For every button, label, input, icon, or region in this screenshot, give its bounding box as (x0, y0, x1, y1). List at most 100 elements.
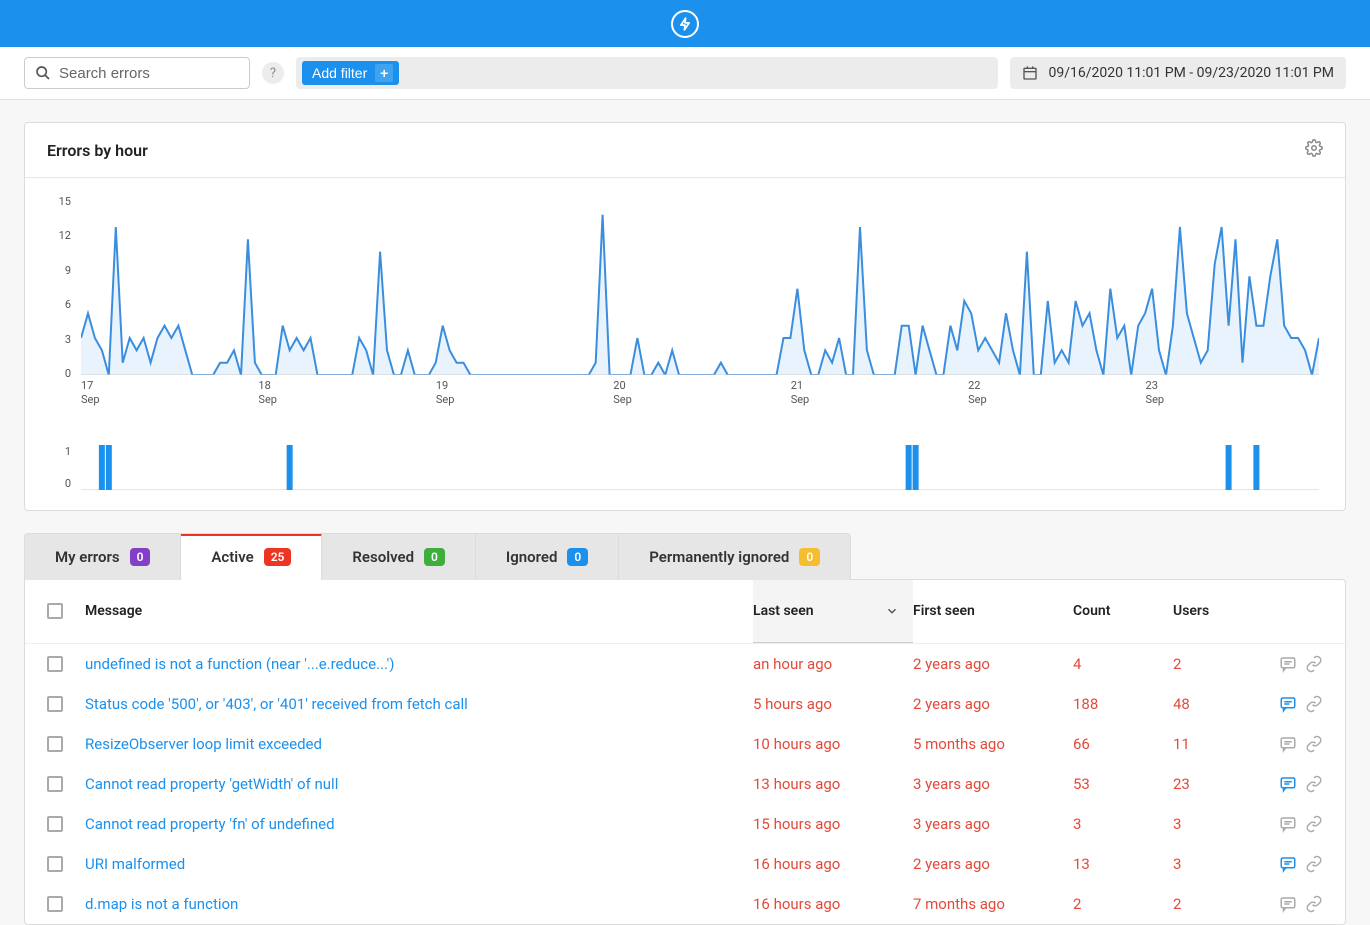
cell-first-seen: 2 years ago (913, 695, 1073, 713)
search-icon (35, 65, 51, 81)
link-icon[interactable] (1305, 655, 1323, 673)
date-range-text: 09/16/2020 11:01 PM - 09/23/2020 11:01 P… (1048, 65, 1334, 81)
tab-count-badge: 0 (130, 548, 151, 566)
tab-resolved[interactable]: Resolved 0 (322, 534, 476, 580)
row-checkbox[interactable] (47, 856, 63, 872)
row-checkbox[interactable] (47, 736, 63, 752)
bar-chart (81, 445, 1319, 490)
tab-count-badge: 0 (424, 548, 445, 566)
tab-label: Active (211, 548, 253, 566)
toolbar: ? Add filter + 09/16/2020 11:01 PM - 09/… (0, 47, 1370, 100)
error-message-link[interactable]: Status code '500', or '403', or '401' re… (85, 695, 468, 713)
cell-count: 4 (1073, 655, 1173, 673)
comment-icon[interactable] (1279, 695, 1297, 713)
cell-users: 3 (1173, 855, 1268, 873)
comment-icon[interactable] (1279, 895, 1297, 913)
cell-last-seen: 10 hours ago (753, 735, 913, 753)
cell-users: 3 (1173, 815, 1268, 833)
x-axis-ticks: 17Sep18Sep19Sep20Sep21Sep22Sep23Sep (81, 379, 1323, 407)
table-row: d.map is not a function 16 hours ago7 mon… (25, 884, 1345, 924)
cell-last-seen: 16 hours ago (753, 855, 913, 873)
link-icon[interactable] (1305, 815, 1323, 833)
help-button[interactable]: ? (262, 62, 284, 84)
link-icon[interactable] (1305, 895, 1323, 913)
error-message-link[interactable]: Cannot read property 'getWidth' of null (85, 775, 338, 793)
logo-icon (671, 10, 699, 38)
link-icon[interactable] (1305, 695, 1323, 713)
cell-count: 66 (1073, 735, 1173, 753)
comment-icon[interactable] (1279, 735, 1297, 753)
table-row: Cannot read property 'fn' of undefined 15… (25, 804, 1345, 844)
row-checkbox[interactable] (47, 776, 63, 792)
error-message-link[interactable]: Cannot read property 'fn' of undefined (85, 815, 335, 833)
table-body: undefined is not a function (near '...e.… (25, 644, 1345, 924)
error-message-link[interactable]: URI malformed (85, 855, 185, 873)
row-checkbox[interactable] (47, 656, 63, 672)
cell-users: 48 (1173, 695, 1268, 713)
comment-icon[interactable] (1279, 655, 1297, 673)
add-filter-label: Add filter (312, 65, 367, 81)
main-chart: 15129630 (47, 190, 1323, 375)
cell-last-seen: 13 hours ago (753, 775, 913, 793)
comment-icon[interactable] (1279, 775, 1297, 793)
tab-active[interactable]: Active25 (181, 533, 322, 580)
y-axis-ticks: 15129630 (45, 190, 71, 375)
tab-label: My errors (55, 548, 120, 566)
cell-last-seen: 16 hours ago (753, 895, 913, 913)
cell-first-seen: 2 years ago (913, 855, 1073, 873)
search-input[interactable] (51, 65, 250, 82)
plus-icon: + (375, 64, 393, 82)
tab-count-badge: 0 (567, 548, 588, 566)
cell-first-seen: 2 years ago (913, 655, 1073, 673)
cell-first-seen: 3 years ago (913, 775, 1073, 793)
table-row: URI malformed 16 hours ago2 years ago133 (25, 844, 1345, 884)
chart-card-header: Errors by hour (25, 123, 1345, 178)
col-count[interactable]: Count (1073, 603, 1173, 619)
cell-last-seen: an hour ago (753, 655, 913, 673)
link-icon[interactable] (1305, 735, 1323, 753)
row-checkbox[interactable] (47, 696, 63, 712)
col-first-seen[interactable]: First seen (913, 603, 1073, 619)
cell-users: 11 (1173, 735, 1268, 753)
cell-count: 53 (1073, 775, 1173, 793)
main-content: Errors by hour 15129630 17Sep18Sep19Sep2… (0, 100, 1370, 925)
gear-icon[interactable] (1305, 139, 1323, 161)
search-box[interactable] (24, 57, 250, 89)
cell-last-seen: 5 hours ago (753, 695, 913, 713)
chart-area: 15129630 17Sep18Sep19Sep20Sep21Sep22Sep2… (25, 178, 1345, 510)
error-message-link[interactable]: d.map is not a function (85, 895, 238, 913)
error-message-link[interactable]: undefined is not a function (near '...e.… (85, 655, 395, 673)
link-icon[interactable] (1305, 855, 1323, 873)
top-bar (0, 0, 1370, 47)
chevron-down-icon (885, 604, 899, 618)
row-checkbox[interactable] (47, 896, 63, 912)
y-axis-ticks-2: 10 (45, 445, 71, 490)
cell-count: 13 (1073, 855, 1173, 873)
comment-icon[interactable] (1279, 815, 1297, 833)
cell-users: 2 (1173, 655, 1268, 673)
col-last-seen-label: Last seen (753, 603, 814, 619)
tab-permanently-ignored[interactable]: Permanently ignored0 (619, 534, 850, 580)
select-all-checkbox[interactable] (47, 603, 63, 619)
filter-bar: Add filter + (296, 57, 998, 89)
col-last-seen[interactable]: Last seen (753, 580, 913, 643)
cell-first-seen: 5 months ago (913, 735, 1073, 753)
date-range-picker[interactable]: 09/16/2020 11:01 PM - 09/23/2020 11:01 P… (1010, 57, 1346, 89)
cell-last-seen: 15 hours ago (753, 815, 913, 833)
row-checkbox[interactable] (47, 816, 63, 832)
tab-my-errors[interactable]: My errors 0 (25, 534, 181, 580)
error-message-link[interactable]: ResizeObserver loop limit exceeded (85, 735, 322, 753)
add-filter-button[interactable]: Add filter + (302, 61, 399, 85)
cell-first-seen: 3 years ago (913, 815, 1073, 833)
tab-ignored[interactable]: Ignored0 (476, 534, 619, 580)
cell-count: 2 (1073, 895, 1173, 913)
cell-first-seen: 7 months ago (913, 895, 1073, 913)
col-message[interactable]: Message (85, 603, 753, 619)
link-icon[interactable] (1305, 775, 1323, 793)
line-chart (81, 190, 1319, 375)
table-row: ResizeObserver loop limit exceeded 10 hou… (25, 724, 1345, 764)
cell-users: 23 (1173, 775, 1268, 793)
col-users[interactable]: Users (1173, 603, 1268, 619)
tab-label: Resolved (352, 548, 414, 566)
comment-icon[interactable] (1279, 855, 1297, 873)
